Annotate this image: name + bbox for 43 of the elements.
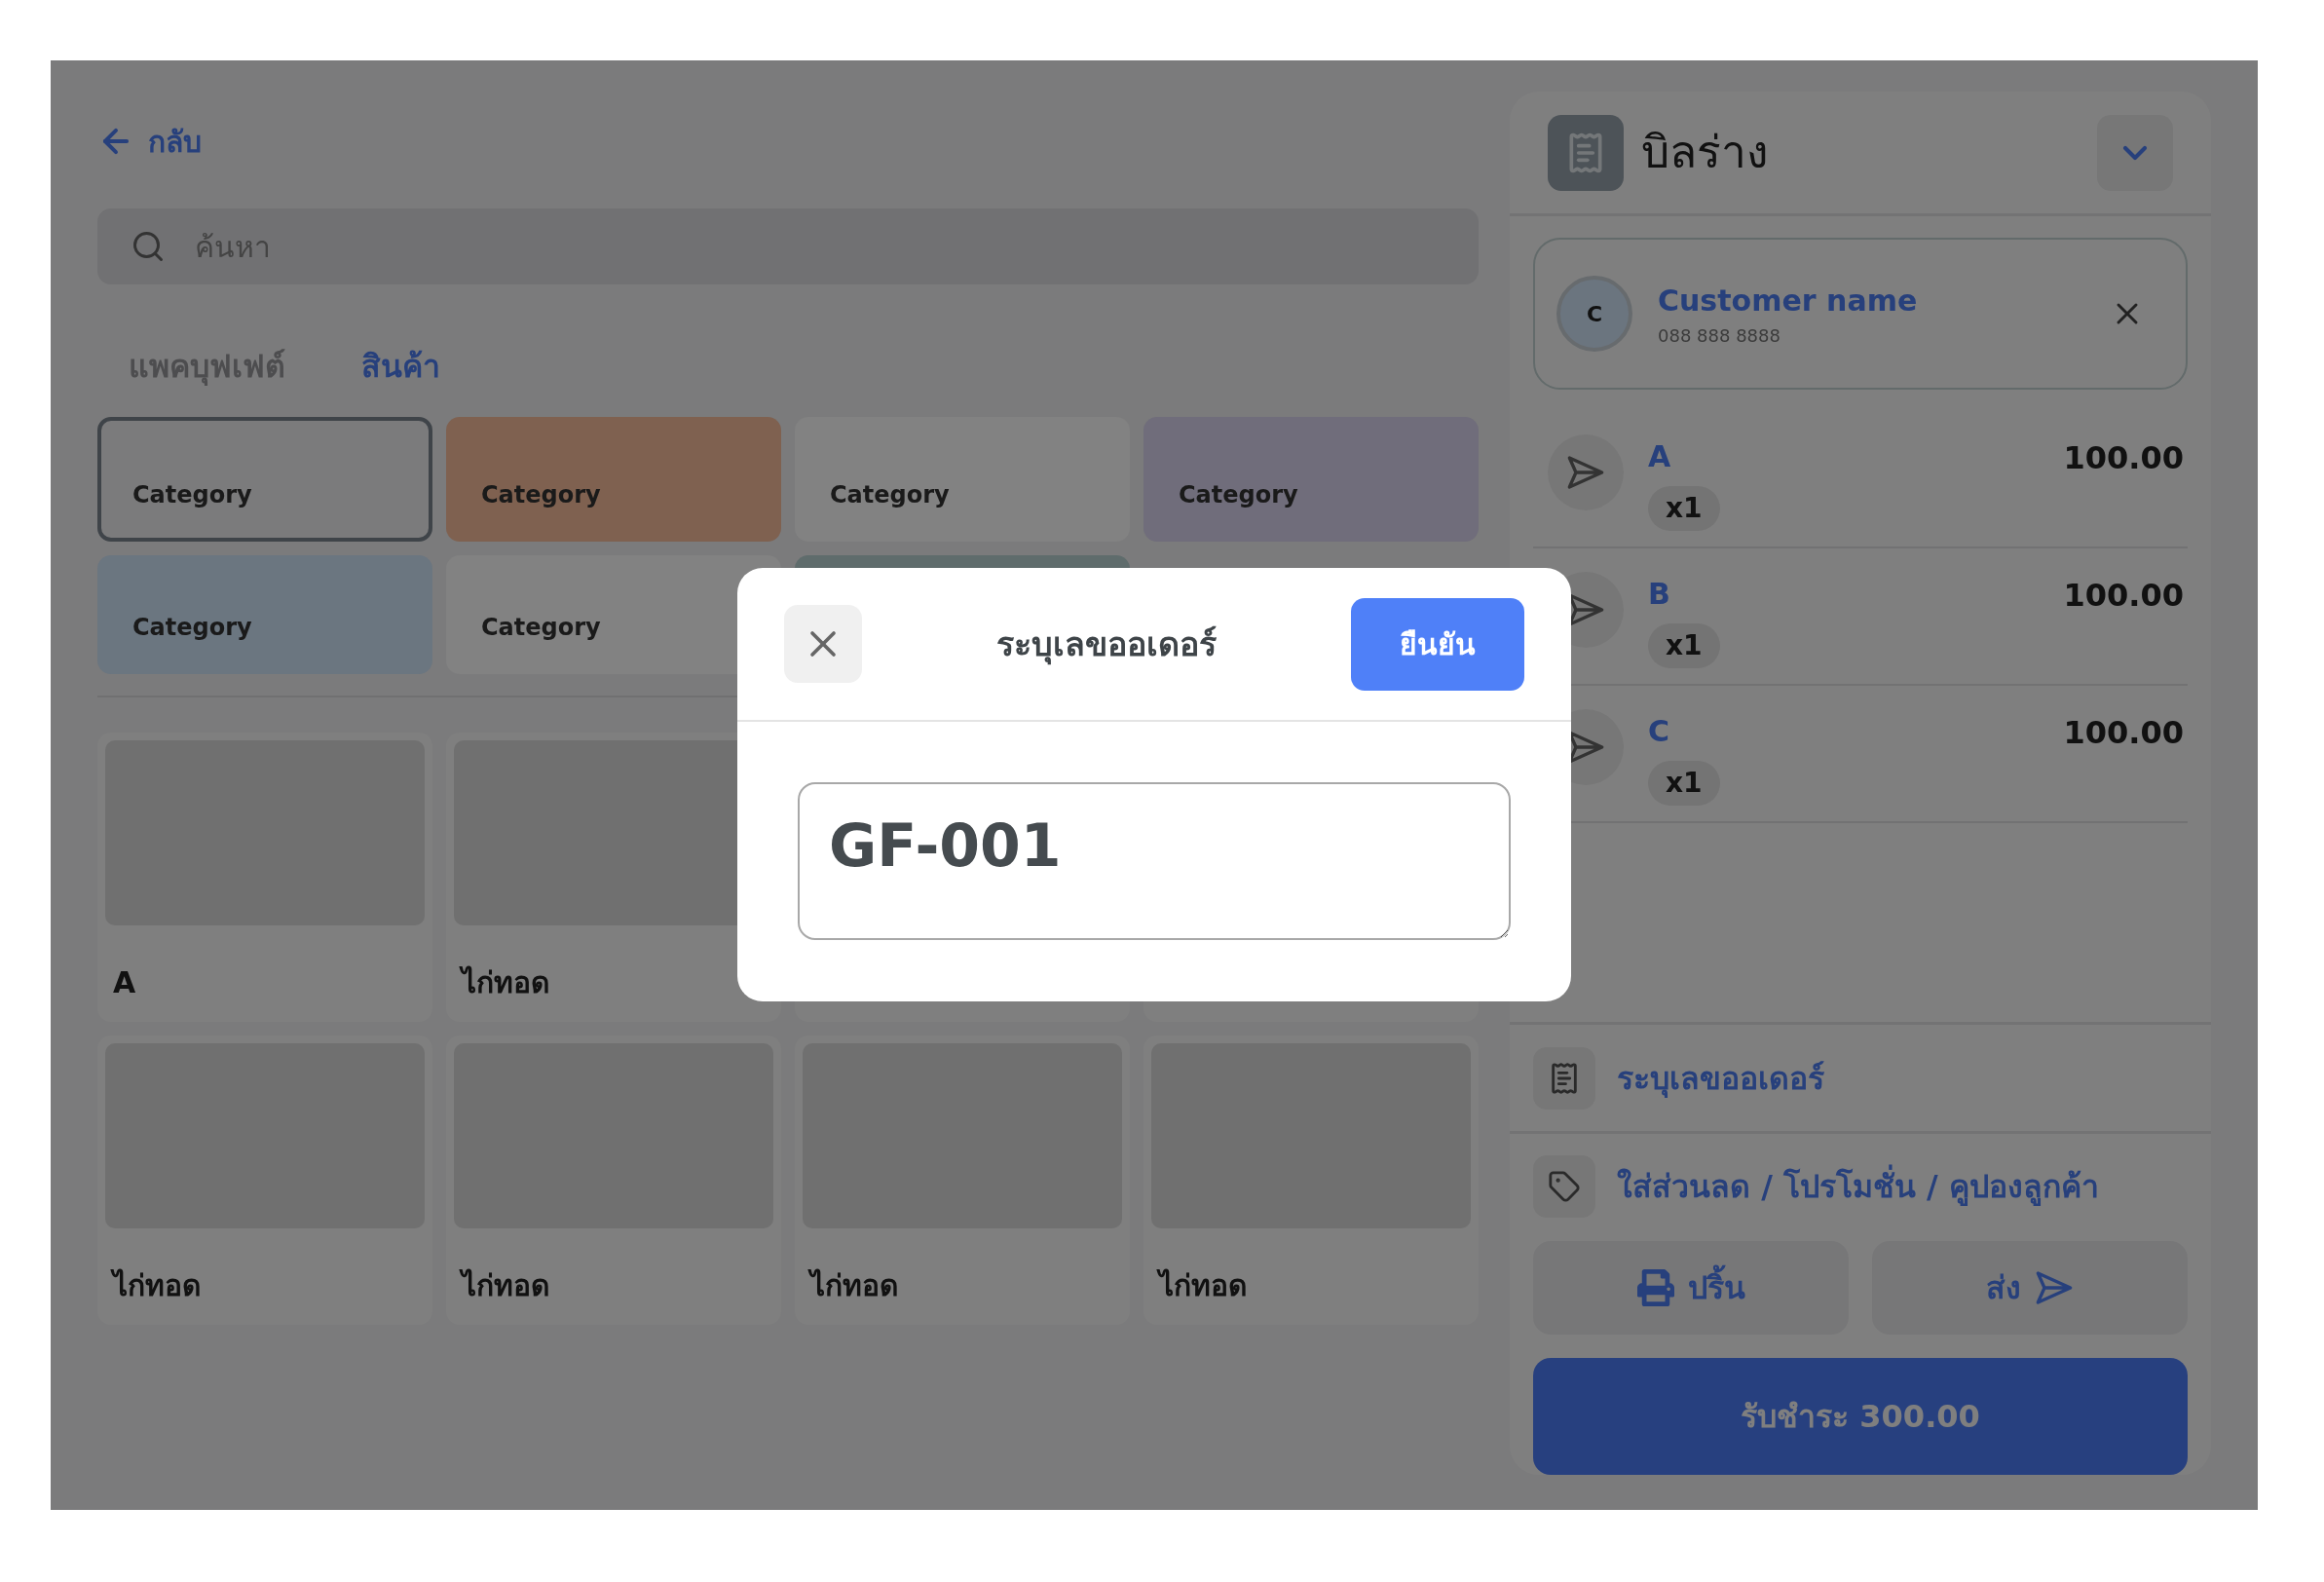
send-icon-drawing <box>1566 453 1605 492</box>
bill-icon <box>1548 114 1624 191</box>
send-button[interactable]: ส่ง <box>1872 1241 2188 1335</box>
category-card[interactable]: Category <box>97 555 432 674</box>
dialog-title: ระบุเลขออเดอร์ <box>995 622 1218 667</box>
tab[interactable]: สินค้า <box>361 343 440 390</box>
category-card[interactable]: Category <box>446 417 781 542</box>
search-icon <box>131 229 166 264</box>
quantity-pill: x1 <box>1648 761 1720 806</box>
product-card[interactable]: ไก่ทอด <box>795 1036 1130 1325</box>
item-name: B <box>1648 576 1670 613</box>
print-button[interactable]: ปริ้น <box>1533 1241 1849 1335</box>
item-price: 100.00 <box>2063 438 2184 478</box>
quantity-pill: x1 <box>1648 486 1720 531</box>
order-number-link[interactable]: ระบุเลขออเดอร์ <box>1617 1054 1824 1102</box>
discount-link[interactable]: ใส่ส่วนลด / โปรโมชั่น / คูปองลูกค้า <box>1617 1163 2099 1210</box>
send-icon <box>2035 1268 2074 1307</box>
product-name: A <box>113 964 137 1001</box>
pay-button[interactable]: รับชำระ 300.00 <box>1533 1358 2188 1475</box>
order-number-field[interactable]: GF-001 <box>798 782 1511 940</box>
category-card[interactable]: Category <box>1143 417 1479 542</box>
bill-title: บิลร่าง <box>1641 125 1768 180</box>
product-card[interactable]: ไก่ทอด <box>446 1036 781 1325</box>
product-card[interactable]: ไก่ทอด <box>97 1036 432 1325</box>
customer-phone: 088 888 8888 <box>1658 324 1781 348</box>
receipt-icon <box>1533 1046 1595 1110</box>
back-link[interactable]: กลับ <box>97 117 202 166</box>
tag-icon <box>1533 1155 1595 1218</box>
customer-avatar: C <box>1556 276 1632 352</box>
quantity-pill: x1 <box>1648 623 1720 668</box>
item-price: 100.00 <box>2063 713 2184 753</box>
item-name: C <box>1648 713 1670 750</box>
customer-name: Customer name <box>1658 282 1918 320</box>
item-name: A <box>1648 438 1671 475</box>
customer-card[interactable]: C Customer name 088 888 8888 <box>1533 238 2188 390</box>
confirm-button[interactable]: ยืนยัน <box>1351 597 1524 691</box>
product-card[interactable]: A <box>97 733 432 1022</box>
category-card[interactable]: Category <box>97 417 432 542</box>
close-button[interactable] <box>784 605 862 683</box>
item-price: 100.00 <box>2063 576 2184 616</box>
category-card[interactable]: Category <box>795 417 1130 542</box>
product-card[interactable]: ไก่ทอด <box>1143 1036 1479 1325</box>
printer-icon <box>1636 1269 1674 1306</box>
